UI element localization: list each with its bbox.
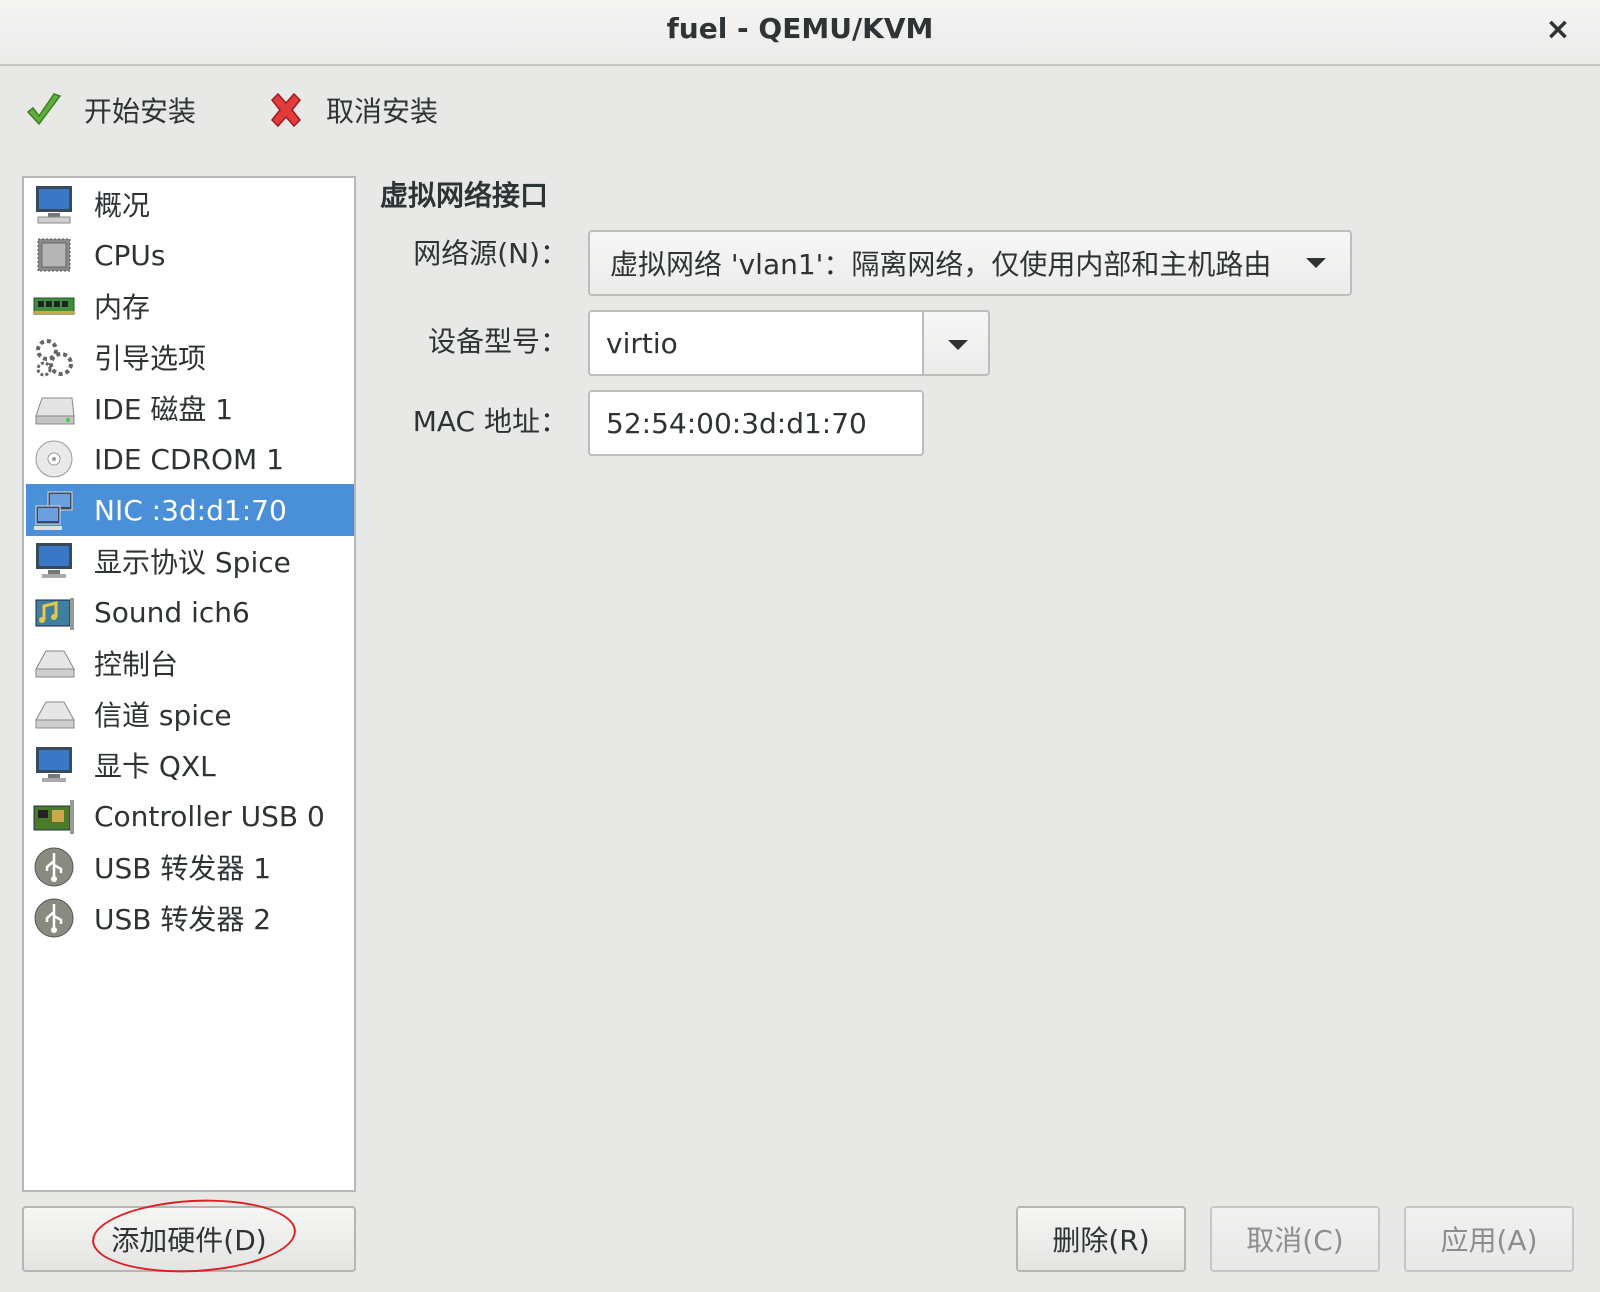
sidebar-item-channel-spice[interactable]: 信道 spice <box>26 688 354 740</box>
section-title: 虚拟网络接口 <box>380 179 549 212</box>
sidebar-item-cpus[interactable]: CPUs <box>26 229 354 281</box>
hard-disk-icon <box>30 384 78 432</box>
sidebar-item-label: CPUs <box>94 238 166 272</box>
sidebar-item-label: 概况 <box>94 189 151 222</box>
video-card-icon <box>30 741 78 789</box>
cancel-button[interactable]: 取消(C) <box>1210 1206 1380 1272</box>
device-model-input[interactable]: virtio <box>588 310 924 376</box>
sidebar-item-label: IDE CDROM 1 <box>94 442 284 476</box>
remove-button[interactable]: 删除(R) <box>1016 1206 1186 1272</box>
sidebar-item-console[interactable]: 控制台 <box>26 637 354 689</box>
sidebar-item-label: Controller USB 0 <box>94 799 325 833</box>
device-model-dropdown-button[interactable] <box>922 310 990 376</box>
begin-installation-button[interactable]: 开始安装 <box>22 88 196 132</box>
add-hardware-button[interactable]: 添加硬件(D) <box>22 1206 356 1272</box>
sidebar-item-overview[interactable]: 概况 <box>26 178 354 230</box>
sidebar-item-label: 内存 <box>94 291 151 324</box>
controller-card-icon <box>30 792 78 840</box>
cpu-chip-icon <box>30 231 78 279</box>
display-monitor-icon <box>30 537 78 585</box>
apply-button[interactable]: 应用(A) <box>1404 1206 1574 1272</box>
sidebar-item-boot-options[interactable]: 引导选项 <box>26 331 354 383</box>
mac-address-label: MAC 地址： <box>412 405 568 438</box>
begin-installation-label: 开始安装 <box>84 95 197 128</box>
sidebar-item-label: 引导选项 <box>94 342 207 375</box>
sidebar-item-video-qxl[interactable]: 显卡 QXL <box>26 739 354 791</box>
hardware-list: 概况 CPUs 内存 引导选项 IDE 磁盘 1 IDE CDROM 1 NIC… <box>22 176 356 1192</box>
sidebar-item-label: 信道 spice <box>94 699 232 732</box>
network-source-label: 网络源(N)： <box>413 237 568 270</box>
serial-console-icon <box>30 639 78 687</box>
computer-monitor-icon <box>30 180 78 228</box>
mac-address-field[interactable]: 52:54:00:3d:d1:70 <box>588 390 924 456</box>
sidebar-item-label: IDE 磁盘 1 <box>94 393 234 426</box>
sidebar-item-usb-redirector-1[interactable]: USB 转发器 1 <box>26 841 354 893</box>
device-model-combo: virtio <box>588 310 990 376</box>
sidebar-item-display-spice[interactable]: 显示协议 Spice <box>26 535 354 587</box>
channel-icon <box>30 690 78 738</box>
usb-icon <box>30 894 78 942</box>
cancel-installation-label: 取消安装 <box>326 95 439 128</box>
sidebar-item-label: USB 转发器 2 <box>94 903 272 936</box>
sidebar-item-sound[interactable]: Sound ich6 <box>26 586 354 638</box>
sound-card-icon <box>30 588 78 636</box>
sidebar-item-nic[interactable]: NIC :3d:d1:70 <box>26 484 354 536</box>
cdrom-icon <box>30 435 78 483</box>
window-titlebar: fuel - QEMU/KVM × <box>0 0 1600 66</box>
sidebar-item-label: NIC :3d:d1:70 <box>94 493 287 527</box>
sidebar-item-label: 显卡 QXL <box>94 750 216 783</box>
cancel-installation-button[interactable]: 取消安装 <box>264 88 438 132</box>
sidebar-item-label: Sound ich6 <box>94 595 250 629</box>
sidebar-item-label: USB 转发器 1 <box>94 852 272 885</box>
toolbar: 开始安装 取消安装 <box>0 68 1600 152</box>
device-model-label: 设备型号： <box>427 325 568 358</box>
gears-icon <box>30 333 78 381</box>
checkmark-icon <box>22 88 66 132</box>
chevron-down-icon <box>1306 258 1326 268</box>
sidebar-item-ide-disk[interactable]: IDE 磁盘 1 <box>26 382 354 434</box>
network-source-value: 虚拟网络 'vlan1'：隔离网络，仅使用内部和主机路由 <box>610 248 1272 281</box>
sidebar-item-ide-cdrom[interactable]: IDE CDROM 1 <box>26 433 354 485</box>
close-icon[interactable]: × <box>1538 10 1578 50</box>
red-x-icon <box>264 88 308 132</box>
sidebar-item-memory[interactable]: 内存 <box>26 280 354 332</box>
sidebar-item-usb-redirector-2[interactable]: USB 转发器 2 <box>26 892 354 944</box>
chevron-down-icon <box>948 340 968 350</box>
window-title: fuel - QEMU/KVM <box>666 12 934 45</box>
network-source-dropdown[interactable]: 虚拟网络 'vlan1'：隔离网络，仅使用内部和主机路由 <box>588 230 1352 296</box>
sidebar-item-label: 显示协议 Spice <box>94 546 291 579</box>
memory-stick-icon <box>30 282 78 330</box>
sidebar-item-controller-usb[interactable]: Controller USB 0 <box>26 790 354 842</box>
network-icon <box>30 486 78 534</box>
sidebar-item-label: 控制台 <box>94 648 179 681</box>
usb-icon <box>30 843 78 891</box>
